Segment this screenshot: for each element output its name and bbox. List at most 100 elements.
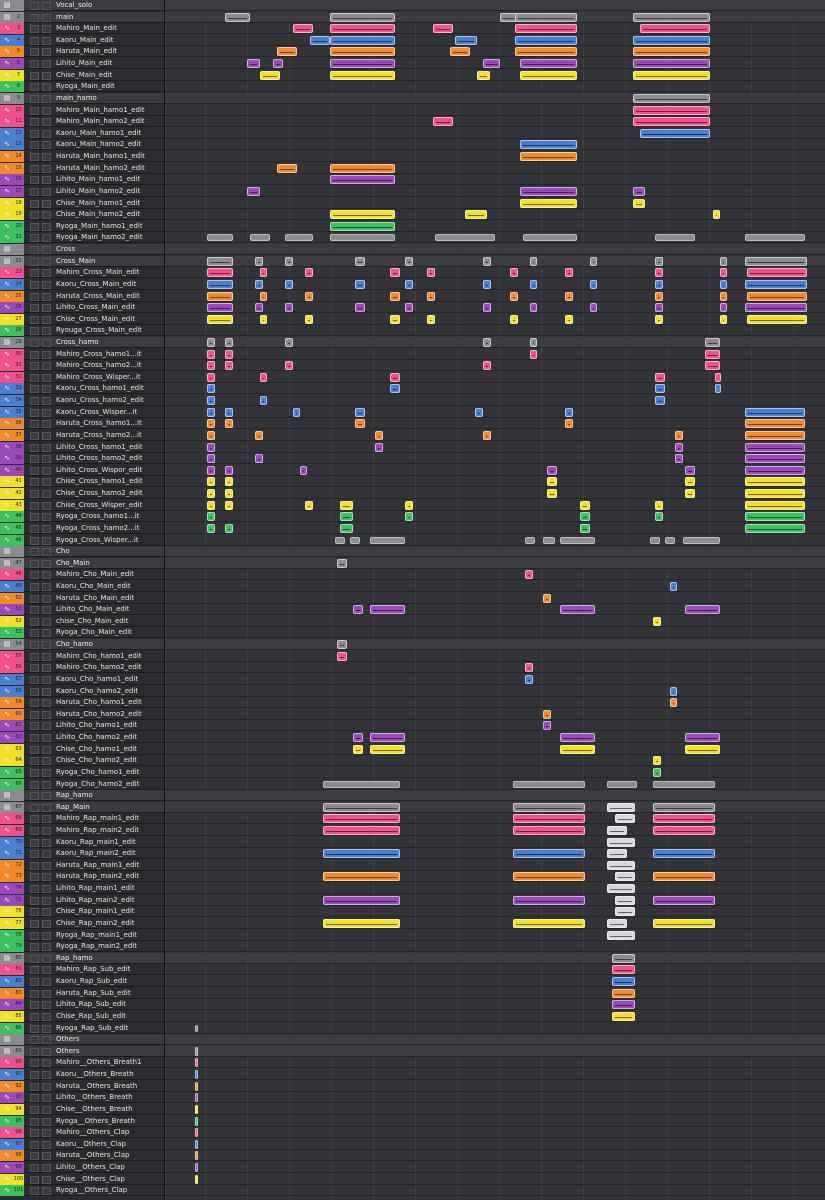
solo-button[interactable] bbox=[42, 1071, 51, 1079]
audio-clip[interactable] bbox=[273, 59, 283, 68]
solo-button[interactable] bbox=[42, 1129, 51, 1137]
lane[interactable] bbox=[165, 1185, 825, 1196]
audio-clip[interactable] bbox=[285, 338, 293, 347]
solo-button[interactable] bbox=[42, 943, 51, 951]
audio-clip[interactable] bbox=[655, 280, 663, 289]
audio-clip[interactable] bbox=[513, 803, 585, 812]
audio-clip[interactable] bbox=[612, 965, 635, 974]
mute-button[interactable] bbox=[30, 699, 39, 707]
solo-button[interactable] bbox=[42, 815, 51, 823]
audio-clip[interactable] bbox=[225, 466, 233, 475]
audio-clip[interactable] bbox=[515, 13, 577, 22]
lane[interactable] bbox=[165, 23, 825, 34]
audio-clip[interactable] bbox=[580, 512, 590, 521]
audio-clip[interactable] bbox=[207, 268, 233, 277]
lane[interactable] bbox=[165, 523, 825, 534]
mute-button[interactable] bbox=[30, 200, 39, 208]
audio-clip[interactable] bbox=[513, 814, 585, 823]
audio-clip[interactable] bbox=[375, 443, 383, 452]
audio-clip[interactable] bbox=[323, 896, 400, 905]
mute-button[interactable] bbox=[30, 2, 39, 10]
audio-clip[interactable] bbox=[255, 303, 263, 312]
solo-button[interactable] bbox=[42, 711, 51, 719]
solo-button[interactable] bbox=[42, 722, 51, 730]
audio-clip[interactable] bbox=[720, 292, 727, 301]
audio-clip[interactable] bbox=[745, 431, 805, 440]
lane[interactable] bbox=[165, 1127, 825, 1138]
audio-clip[interactable] bbox=[547, 489, 557, 498]
audio-clip[interactable] bbox=[747, 292, 807, 301]
audio-clip[interactable] bbox=[285, 303, 293, 312]
mute-button[interactable] bbox=[30, 1176, 39, 1184]
lane[interactable] bbox=[165, 93, 825, 104]
audio-clip[interactable] bbox=[653, 896, 715, 905]
audio-clip[interactable] bbox=[207, 361, 215, 370]
folder-part[interactable] bbox=[607, 781, 637, 788]
audio-clip[interactable] bbox=[745, 257, 807, 266]
audio-track[interactable]: ∿ 13 Kaoru_Main_hamo2_edit bbox=[0, 139, 164, 150]
lane[interactable] bbox=[165, 139, 825, 150]
audio-clip[interactable] bbox=[745, 466, 805, 475]
audio-clip[interactable] bbox=[450, 47, 470, 56]
audio-clip[interactable] bbox=[405, 512, 413, 521]
audio-clip[interactable] bbox=[590, 257, 597, 266]
mute-button[interactable] bbox=[30, 943, 39, 951]
solo-button[interactable] bbox=[42, 653, 51, 661]
lane[interactable] bbox=[165, 1092, 825, 1103]
lane[interactable] bbox=[165, 1034, 825, 1045]
audio-clip[interactable] bbox=[323, 814, 400, 823]
solo-button[interactable] bbox=[42, 130, 51, 138]
audio-clip[interactable] bbox=[195, 1105, 198, 1114]
audio-clip[interactable] bbox=[427, 268, 435, 277]
solo-button[interactable] bbox=[42, 990, 51, 998]
solo-button[interactable] bbox=[42, 1083, 51, 1091]
audio-clip[interactable] bbox=[615, 872, 635, 881]
audio-track[interactable]: ∿ 82 Kaoru_Rap_Sub_edit bbox=[0, 976, 164, 987]
audio-track[interactable]: ∿ 73 Haruta_Rap_main2_edit bbox=[0, 871, 164, 882]
audio-clip[interactable] bbox=[207, 292, 233, 301]
audio-track[interactable]: ∿ 83 Haruta_Rap_Sub_edit bbox=[0, 988, 164, 999]
lane[interactable] bbox=[165, 1069, 825, 1080]
audio-clip[interactable] bbox=[405, 257, 413, 266]
audio-track[interactable]: ∿ 8 Ryoga_Main_edit bbox=[0, 81, 164, 92]
audio-clip[interactable] bbox=[547, 477, 557, 486]
lane[interactable] bbox=[165, 163, 825, 174]
folder-part[interactable] bbox=[560, 537, 595, 544]
mute-button[interactable] bbox=[30, 176, 39, 184]
lane[interactable] bbox=[165, 1011, 825, 1022]
audio-clip[interactable] bbox=[715, 384, 721, 393]
mute-button[interactable] bbox=[30, 141, 39, 149]
audio-clip[interactable] bbox=[715, 373, 721, 382]
mute-button[interactable] bbox=[30, 1036, 39, 1044]
solo-button[interactable] bbox=[42, 351, 51, 359]
solo-button[interactable] bbox=[42, 862, 51, 870]
mute-button[interactable] bbox=[30, 234, 39, 242]
solo-button[interactable] bbox=[42, 48, 51, 56]
audio-clip[interactable] bbox=[705, 350, 720, 359]
audio-track[interactable]: ∿ 95 Ryoga__Others_Breath bbox=[0, 1116, 164, 1127]
audio-clip[interactable] bbox=[747, 268, 807, 277]
audio-clip[interactable] bbox=[685, 477, 695, 486]
lane[interactable] bbox=[165, 569, 825, 580]
audio-track[interactable]: ∿ 98 Haruta__Others_Clap bbox=[0, 1150, 164, 1161]
mute-button[interactable] bbox=[30, 83, 39, 91]
audio-clip[interactable] bbox=[655, 396, 665, 405]
folder-track[interactable]: ▤ Rap_hamo bbox=[0, 790, 164, 801]
folder-part[interactable] bbox=[285, 234, 313, 241]
audio-clip[interactable] bbox=[565, 419, 573, 428]
audio-clip[interactable] bbox=[390, 292, 400, 301]
audio-track[interactable]: ∿ 60 Haruta_Cho_hamo2_edit bbox=[0, 709, 164, 720]
mute-button[interactable] bbox=[30, 560, 39, 568]
audio-clip[interactable] bbox=[515, 47, 577, 56]
folder-part[interactable] bbox=[335, 537, 345, 544]
mute-button[interactable] bbox=[30, 211, 39, 219]
audio-track[interactable]: ∿ 36 Haruta_Cross_hamo1...it bbox=[0, 418, 164, 429]
audio-clip[interactable] bbox=[277, 47, 297, 56]
audio-clip[interactable] bbox=[340, 524, 353, 533]
solo-button[interactable] bbox=[42, 1059, 51, 1067]
audio-clip[interactable] bbox=[633, 36, 710, 45]
audio-clip[interactable] bbox=[675, 443, 683, 452]
audio-clip[interactable] bbox=[720, 268, 727, 277]
audio-clip[interactable] bbox=[705, 338, 720, 347]
solo-button[interactable] bbox=[42, 118, 51, 126]
